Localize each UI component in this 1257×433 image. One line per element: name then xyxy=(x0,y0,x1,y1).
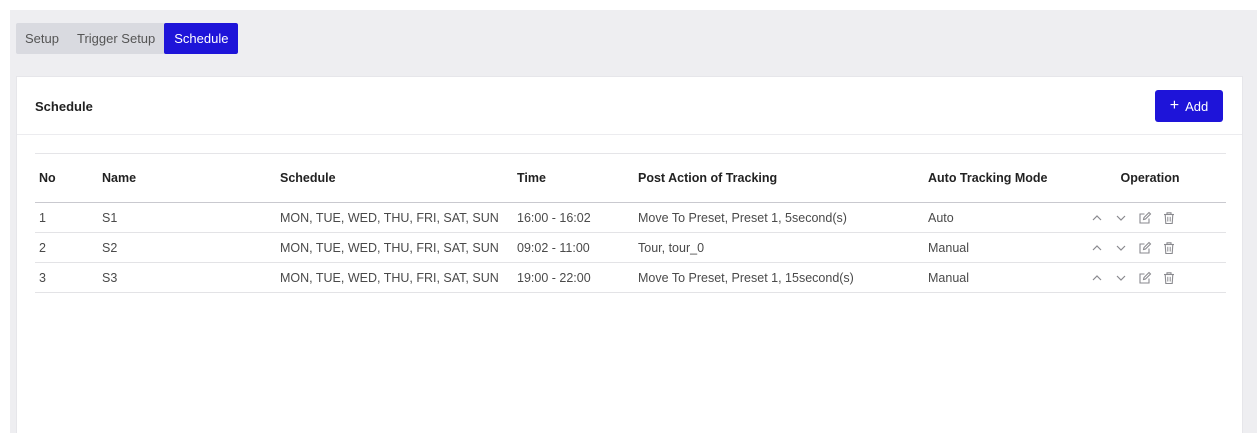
cell-operation xyxy=(1074,233,1226,263)
page: Setup Trigger Setup Schedule Schedule + … xyxy=(0,0,1257,433)
edit-icon[interactable] xyxy=(1138,211,1152,225)
cell-mode: Manual xyxy=(928,240,969,255)
cell-name: S2 xyxy=(102,240,118,255)
table-row: 1 S1 MON, TUE, WED, THU, FRI, SAT, SUN 1… xyxy=(35,203,1226,233)
tab-setup[interactable]: Setup xyxy=(16,23,68,54)
divider xyxy=(17,134,1242,135)
cell-schedule: MON, TUE, WED, THU, FRI, SAT, SUN xyxy=(280,210,499,225)
cell-no: 1 xyxy=(39,210,46,225)
tab-schedule[interactable]: Schedule xyxy=(164,23,239,54)
cell-name: S1 xyxy=(102,210,118,225)
header-operation: Operation xyxy=(1120,170,1180,185)
header-no: No xyxy=(39,170,56,185)
header-auto-tracking-mode: Auto Tracking Mode xyxy=(928,170,1048,185)
header-name: Name xyxy=(102,170,137,185)
chevron-up-icon[interactable] xyxy=(1090,271,1104,285)
cell-post-action: Move To Preset, Preset 1, 5second(s) xyxy=(638,210,847,225)
header-schedule: Schedule xyxy=(280,170,336,185)
schedule-table: No Name Schedule Time Post Action of Tra… xyxy=(35,153,1226,293)
cell-post-action: Move To Preset, Preset 1, 15second(s) xyxy=(638,270,854,285)
header-time: Time xyxy=(517,170,546,185)
cell-post-action: Tour, tour_0 xyxy=(638,240,705,255)
chevron-up-icon[interactable] xyxy=(1090,241,1104,255)
edit-icon[interactable] xyxy=(1138,241,1152,255)
schedule-card: Schedule + Add No Name Schedule Time Pos… xyxy=(16,76,1243,433)
tab-trigger-setup[interactable]: Trigger Setup xyxy=(68,23,164,54)
cell-operation xyxy=(1074,203,1226,233)
cell-mode: Manual xyxy=(928,270,969,285)
trash-icon[interactable] xyxy=(1162,241,1176,255)
cell-no: 2 xyxy=(39,240,46,255)
cell-no: 3 xyxy=(39,270,46,285)
chevron-down-icon[interactable] xyxy=(1114,211,1128,225)
cell-name: S3 xyxy=(102,270,118,285)
cell-schedule: MON, TUE, WED, THU, FRI, SAT, SUN xyxy=(280,270,499,285)
cell-time: 09:02 - 11:00 xyxy=(517,240,590,255)
trash-icon[interactable] xyxy=(1162,271,1176,285)
plus-icon: + xyxy=(1169,97,1180,114)
chevron-down-icon[interactable] xyxy=(1114,241,1128,255)
cell-time: 19:00 - 22:00 xyxy=(517,270,591,285)
table-header-row: No Name Schedule Time Post Action of Tra… xyxy=(35,153,1226,203)
cell-mode: Auto xyxy=(928,210,954,225)
add-button-label: Add xyxy=(1185,98,1209,114)
chevron-up-icon[interactable] xyxy=(1090,211,1104,225)
operation-icons xyxy=(1078,271,1222,285)
table-row: 3 S3 MON, TUE, WED, THU, FRI, SAT, SUN 1… xyxy=(35,263,1226,293)
add-button[interactable]: + Add xyxy=(1155,90,1223,122)
table-body: 1 S1 MON, TUE, WED, THU, FRI, SAT, SUN 1… xyxy=(35,203,1226,293)
table-row: 2 S2 MON, TUE, WED, THU, FRI, SAT, SUN 0… xyxy=(35,233,1226,263)
chevron-down-icon[interactable] xyxy=(1114,271,1128,285)
card-title: Schedule xyxy=(35,99,93,114)
header-post-action: Post Action of Tracking xyxy=(638,170,778,185)
cell-operation xyxy=(1074,263,1226,293)
cell-time: 16:00 - 16:02 xyxy=(517,210,591,225)
tab-bar: Setup Trigger Setup Schedule xyxy=(16,23,239,54)
operation-icons xyxy=(1078,241,1222,255)
edit-icon[interactable] xyxy=(1138,271,1152,285)
trash-icon[interactable] xyxy=(1162,211,1176,225)
cell-schedule: MON, TUE, WED, THU, FRI, SAT, SUN xyxy=(280,240,499,255)
operation-icons xyxy=(1078,211,1222,225)
